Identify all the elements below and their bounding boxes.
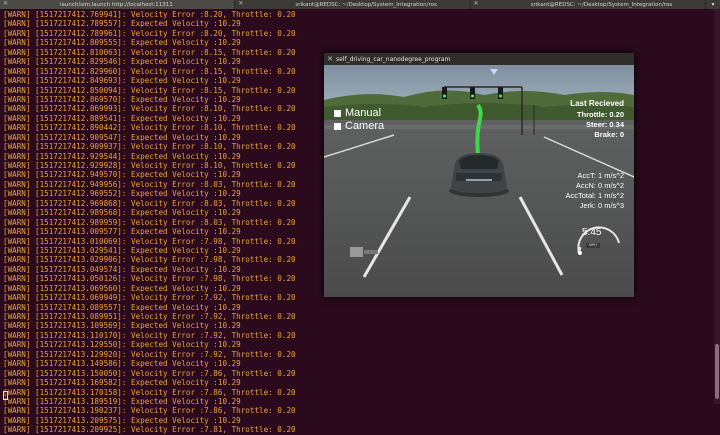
log-line: [WARN] [1517217413.089951]: Velocity Err… <box>3 312 296 321</box>
tab-menu-icon[interactable]: ▾ <box>706 0 720 9</box>
log-line: [WARN] [1517217412.929928]: Velocity Err… <box>3 161 296 170</box>
throttle-readout: Throttle: 0.20 <box>576 110 624 119</box>
log-line: [WARN] [1517217412.829960]: Velocity Err… <box>3 66 296 76</box>
log-line: [WARN] [1517217412.929544]: Expected Vel… <box>3 151 241 161</box>
close-window-icon[interactable]: ✕ <box>324 55 336 63</box>
speed-readout: 5.45 <box>582 227 602 238</box>
log-line: [WARN] [1517217413.109569]: Expected Vel… <box>3 321 241 331</box>
acctotal-readout: AccTotal: 1 m/s^2 <box>565 191 624 200</box>
log-line: [WARN] [1517217412.989959]: Velocity Err… <box>3 217 296 227</box>
simulator-title-bar[interactable]: ✕ self_driving_car_nanodegree_program <box>324 53 634 65</box>
log-line: [WARN] [1517217413.189519]: Expected Vel… <box>3 396 241 406</box>
terminal-cursor <box>3 391 8 400</box>
manual-label: Manual <box>345 107 382 119</box>
log-line: [WARN] [1517217413.110170]: Velocity Err… <box>3 330 296 340</box>
log-line: [WARN] [1517217412.909937]: Velocity Err… <box>3 142 296 152</box>
log-line: [WARN] [1517217412.969552]: Expected Vel… <box>3 189 241 199</box>
log-line: [WARN] [1517217413.029906]: Velocity Err… <box>3 255 296 265</box>
terminal-tab-bar: ✕ launch/sim.launch http://localhost:113… <box>0 0 720 9</box>
log-line: [WARN] [1517217412.869570]: Expected Vel… <box>3 94 241 104</box>
log-line: [WARN] [1517217412.969868]: Velocity Err… <box>3 198 296 208</box>
last-received-label: Last Recieved <box>570 99 624 108</box>
log-line: [WARN] [1517217412.949956]: Velocity Err… <box>3 179 296 189</box>
simulator-window[interactable]: ✕ self_driving_car_nanodegree_program Ma… <box>324 53 634 297</box>
scrollbar-thumb[interactable] <box>715 344 719 399</box>
log-line: [WARN] [1517217412.789557]: Expected Vel… <box>3 19 241 29</box>
log-line: [WARN] [1517217413.050126]: Velocity Err… <box>3 274 296 284</box>
close-tab-icon[interactable]: ✕ <box>238 0 243 7</box>
manual-checkbox[interactable]: Manual <box>334 107 381 119</box>
log-line: [WARN] [1517217413.049574]: Expected Vel… <box>3 264 241 274</box>
acct-readout: AccT: 1 m/s^2 <box>577 171 624 180</box>
log-line: [WARN] [1517217413.129920]: Velocity Err… <box>3 349 296 359</box>
log-line: [WARN] [1517217412.989568]: Expected Vel… <box>3 208 241 218</box>
log-line: [WARN] [1517217413.150050]: Velocity Err… <box>3 368 296 378</box>
log-line: [WARN] [1517217412.949570]: Expected Vel… <box>3 170 241 180</box>
steer-readout: Steer: 0.34 <box>586 120 624 129</box>
log-line: [WARN] [1517217412.789961]: Velocity Err… <box>3 28 296 38</box>
close-tab-icon[interactable]: ✕ <box>3 0 8 7</box>
log-line: [WARN] [1517217413.209575]: Expected Vel… <box>3 415 241 425</box>
log-line: [WARN] [1517217412.810063]: Velocity Err… <box>3 47 296 57</box>
accn-readout: AccN: 0 m/s^2 <box>575 181 624 190</box>
tab-title: launch/sim.launch http://localhost:11311 <box>60 1 173 8</box>
camera-checkbox[interactable]: Camera <box>334 120 384 132</box>
close-tab-icon[interactable]: ✕ <box>474 0 479 7</box>
tab-title: srikant@REDSC: ~/Desktop/System_Integrat… <box>295 1 437 8</box>
log-line: [WARN] [1517217412.889541]: Expected Vel… <box>3 113 241 123</box>
terminal-scrollbar[interactable] <box>714 9 720 404</box>
speed-unit: MPH <box>589 243 597 247</box>
log-line: [WARN] [1517217413.009577]: Expected Vel… <box>3 227 241 237</box>
log-line: [WARN] [1517217412.809555]: Expected Vel… <box>3 38 241 48</box>
log-line: [WARN] [1517217412.909547]: Expected Vel… <box>3 132 241 142</box>
tab-ros-1[interactable]: ✕ srikant@REDSC: ~/Desktop/System_Integr… <box>235 0 471 9</box>
log-line: [WARN] [1517217412.869993]: Velocity Err… <box>3 104 296 114</box>
log-line: [WARN] [1517217413.069949]: Velocity Err… <box>3 293 296 303</box>
camera-label: Camera <box>345 120 385 132</box>
log-line: [WARN] [1517217413.029541]: Expected Vel… <box>3 245 241 255</box>
tab-sim-launch[interactable]: ✕ launch/sim.launch http://localhost:113… <box>0 0 236 9</box>
log-line: [WARN] [1517217412.849693]: Expected Vel… <box>3 76 241 86</box>
log-line: [WARN] [1517217413.149586]: Expected Vel… <box>3 359 241 369</box>
log-line: [WARN] [1517217413.129550]: Expected Vel… <box>3 340 241 350</box>
tab-title: srikant@REDSC: ~/Desktop/System_Integrat… <box>530 1 673 8</box>
checkbox-icon[interactable] <box>334 122 341 130</box>
tab-ros-2[interactable]: ✕ srikant@REDSC: ~/Desktop/System_Integr… <box>471 0 706 9</box>
log-line: [WARN] [1517217413.170158]: Velocity Err… <box>3 387 296 397</box>
simulator-title: self_driving_car_nanodegree_program <box>336 55 451 63</box>
simulator-viewport[interactable]: Manual Camera Last Recieved Throttle: 0.… <box>324 65 634 297</box>
log-line: [WARN] [1517217413.190237]: Velocity Err… <box>3 406 296 416</box>
log-line: [WARN] [1517217413.069560]: Expected Vel… <box>3 283 241 293</box>
log-line: [WARN] [1517217413.209925]: Velocity Err… <box>3 425 296 435</box>
log-line: [WARN] [1517217412.769941]: Velocity Err… <box>3 10 296 19</box>
log-line: [WARN] [1517217412.829546]: Expected Vel… <box>3 57 241 67</box>
log-line: [WARN] [1517217413.010069]: Velocity Err… <box>3 236 296 246</box>
log-line: [WARN] [1517217412.850094]: Velocity Err… <box>3 85 296 95</box>
log-line: [WARN] [1517217413.089557]: Expected Vel… <box>3 302 241 312</box>
log-line: [WARN] [1517217413.169582]: Expected Vel… <box>3 378 241 388</box>
checkbox-icon[interactable] <box>334 109 341 117</box>
log-line: [WARN] [1517217412.890442]: Velocity Err… <box>3 123 296 133</box>
terminal-output: [WARN] [1517217412.769941]: Velocity Err… <box>3 10 333 435</box>
brake-readout: Brake: 0 <box>594 130 624 139</box>
jerk-readout: Jerk: 0 m/s^3 <box>579 201 624 210</box>
